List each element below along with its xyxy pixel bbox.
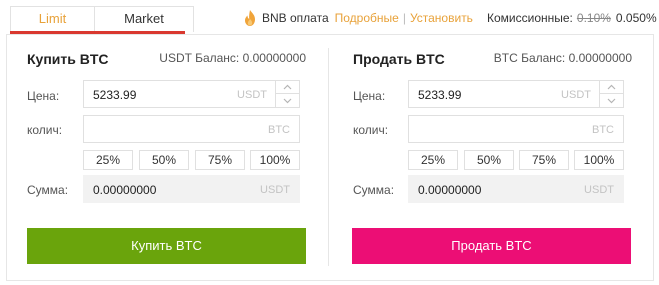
sell-total-field: 0.00000000 USDT — [408, 175, 624, 203]
sell-balance: BTC Баланс: 0.00000000 — [493, 51, 632, 65]
buy-price-value: 5233.99 — [93, 88, 137, 102]
bnb-link-separator: | — [402, 11, 406, 25]
fee-old-value: 0.10% — [576, 11, 611, 25]
sell-price-input[interactable]: 5233.99 USDT — [408, 80, 624, 108]
bnb-fee-option: BNB оплата Подробные | Установить — [243, 9, 473, 27]
buy-price-stepper — [275, 81, 299, 107]
fee-new-value: 0.050% — [615, 11, 657, 25]
buy-price-unit: USDT — [237, 89, 267, 101]
buy-price-label: Цена: — [27, 89, 60, 103]
tab-market[interactable]: Market — [94, 6, 194, 32]
sell-price-value: 5233.99 — [418, 88, 462, 102]
sell-percent-50[interactable]: 50% — [464, 150, 514, 170]
sell-total-unit: USDT — [584, 184, 614, 196]
sell-amount-label: колич: — [353, 123, 389, 137]
buy-total-unit: USDT — [260, 184, 290, 196]
chevron-up-icon[interactable] — [276, 81, 299, 94]
sell-amount-input[interactable]: BTC — [408, 115, 624, 143]
buy-amount-label: колич: — [27, 123, 63, 137]
sell-btc-button[interactable]: Продать BTC — [352, 228, 631, 264]
sell-total-label: Сумма: — [353, 183, 395, 197]
buy-total-field: 0.00000000 USDT — [83, 175, 300, 203]
buy-form: Купить BTC USDT Баланс: 0.00000000 Цена:… — [0, 34, 330, 281]
sell-form: Продать BTC BTC Баланс: 0.00000000 Цена:… — [326, 34, 656, 281]
buy-balance: USDT Баланс: 0.00000000 — [159, 51, 306, 65]
fee-label: Комиссионные: — [487, 11, 573, 25]
buy-amount-input[interactable]: BTC — [83, 115, 300, 143]
buy-percent-25[interactable]: 25% — [83, 150, 133, 170]
bnb-payment-label: BNB оплата — [262, 11, 329, 25]
sell-title: Продать BTC — [353, 51, 445, 67]
flame-icon — [243, 10, 257, 26]
chevron-up-icon[interactable] — [600, 81, 623, 94]
tab-limit[interactable]: Limit — [10, 6, 94, 32]
buy-amount-unit: BTC — [268, 124, 290, 136]
buy-btc-button[interactable]: Купить BTC — [27, 228, 306, 264]
buy-total-label: Сумма: — [27, 183, 69, 197]
buy-percent-75[interactable]: 75% — [195, 150, 245, 170]
sell-price-unit: USDT — [561, 89, 591, 101]
bnb-details-link[interactable]: Подробные — [335, 11, 399, 25]
order-type-bar: Limit Market BNB оплата Подробные | Уста… — [0, 0, 659, 34]
sell-percent-75[interactable]: 75% — [519, 150, 569, 170]
sell-percent-100[interactable]: 100% — [574, 150, 624, 170]
sell-price-stepper — [599, 81, 623, 107]
buy-title: Купить BTC — [27, 51, 109, 67]
sell-price-label: Цена: — [353, 89, 386, 103]
chevron-down-icon[interactable] — [276, 94, 299, 107]
fee-info: Комиссионные: 0.10% 0.050% — [487, 9, 657, 27]
buy-percent-100[interactable]: 100% — [250, 150, 300, 170]
chevron-down-icon[interactable] — [600, 94, 623, 107]
buy-percent-50[interactable]: 50% — [139, 150, 189, 170]
bnb-install-link[interactable]: Установить — [410, 11, 473, 25]
buy-price-input[interactable]: 5233.99 USDT — [83, 80, 300, 108]
sell-amount-unit: BTC — [592, 124, 614, 136]
sell-percent-25[interactable]: 25% — [408, 150, 458, 170]
buy-total-value: 0.00000000 — [93, 183, 157, 197]
sell-total-value: 0.00000000 — [418, 183, 482, 197]
